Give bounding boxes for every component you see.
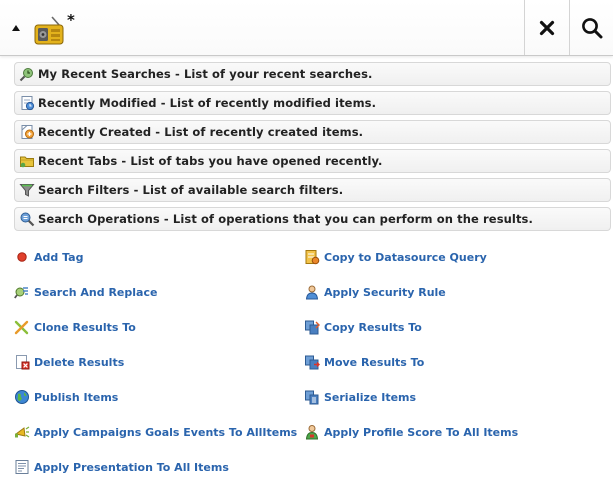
section-label: Search Operations - List of operations t… — [38, 212, 533, 226]
operation-apply-presentation[interactable]: Apply Presentation To All Items — [14, 458, 229, 476]
section-search-filters[interactable]: Search Filters - List of available searc… — [14, 178, 611, 202]
red-dot-icon — [17, 252, 27, 262]
search-replace-icon — [14, 287, 28, 299]
section-label: Search Filters - List of available searc… — [38, 183, 344, 197]
operation-label: Apply Security Rule — [324, 285, 446, 299]
clone-icon — [14, 320, 29, 335]
section-recently-modified[interactable]: Recently Modified - List of recently mod… — [14, 91, 611, 115]
section-label: Recently Modified - List of recently mod… — [38, 96, 377, 110]
operation-label: Move Results To — [324, 355, 425, 369]
recent-searches-icon — [19, 68, 33, 82]
delete-results-icon — [16, 355, 30, 370]
operation-clone-results[interactable]: Clone Results To — [14, 318, 136, 336]
clear-button[interactable] — [525, 0, 569, 55]
copy-results-icon — [305, 320, 320, 335]
operation-copy-results[interactable]: Copy Results To — [304, 318, 422, 336]
operation-publish-items[interactable]: Publish Items — [14, 388, 118, 406]
search-query-input[interactable]: * — [67, 11, 75, 29]
operation-copy-to-datasource-query[interactable]: Copy to Datasource Query — [304, 248, 487, 266]
profile-score-icon — [305, 425, 319, 440]
triangle-up-icon[interactable] — [12, 25, 20, 31]
serialize-icon — [305, 390, 319, 405]
operation-serialize-items[interactable]: Serialize Items — [304, 388, 416, 406]
operation-label: Apply Profile Score To All Items — [324, 425, 519, 439]
operation-apply-security-rule[interactable]: Apply Security Rule — [304, 283, 446, 301]
magnifier-icon — [581, 17, 602, 38]
search-button[interactable] — [570, 0, 613, 55]
close-icon — [539, 20, 555, 35]
section-recently-created[interactable]: Recently Created - List of recently crea… — [14, 120, 611, 144]
operation-label: Serialize Items — [324, 390, 417, 404]
radio-icon — [34, 16, 64, 45]
operation-apply-campaigns-goals-events[interactable]: Apply Campaigns Goals Events To AllItems — [14, 423, 297, 441]
search-filters-icon — [19, 184, 35, 197]
operation-label: Search And Replace — [34, 285, 158, 299]
campaign-icon — [14, 426, 30, 438]
move-results-icon — [305, 355, 320, 370]
datasource-query-icon — [305, 250, 320, 265]
section-label: My Recent Searches - List of your recent… — [38, 67, 373, 81]
section-recent-tabs[interactable]: Recent Tabs - List of tabs you have open… — [14, 149, 611, 173]
operation-label: Clone Results To — [34, 320, 136, 334]
section-recent-searches[interactable]: My Recent Searches - List of your recent… — [14, 62, 611, 86]
operation-label: Apply Campaigns Goals Events To AllItems — [34, 425, 298, 439]
security-rule-icon — [305, 285, 319, 300]
globe-icon — [15, 390, 29, 404]
operation-label: Delete Results — [34, 355, 125, 369]
operation-label: Apply Presentation To All Items — [34, 460, 229, 474]
presentation-icon — [15, 460, 29, 474]
search-sections: My Recent Searches - List of your recent… — [14, 62, 611, 236]
operation-label: Copy to Datasource Query — [324, 250, 487, 264]
recent-tabs-icon — [20, 156, 34, 168]
operation-delete-results[interactable]: Delete Results — [14, 353, 124, 371]
operation-label: Publish Items — [34, 390, 119, 404]
operation-search-and-replace[interactable]: Search And Replace — [14, 283, 157, 301]
operation-label: Copy Results To — [324, 320, 422, 334]
operation-label: Add Tag — [34, 250, 84, 264]
search-bar: * — [0, 0, 613, 56]
section-label: Recently Created - List of recently crea… — [38, 125, 364, 139]
search-operations-icon — [20, 212, 35, 227]
operation-apply-profile-score[interactable]: Apply Profile Score To All Items — [304, 423, 518, 441]
section-label: Recent Tabs - List of tabs you have open… — [38, 154, 383, 168]
recently-modified-icon — [21, 96, 35, 111]
operation-add-tag[interactable]: Add Tag — [14, 248, 83, 266]
operation-move-results[interactable]: Move Results To — [304, 353, 424, 371]
recently-created-icon — [21, 125, 34, 139]
section-search-operations[interactable]: Search Operations - List of operations t… — [14, 207, 611, 231]
